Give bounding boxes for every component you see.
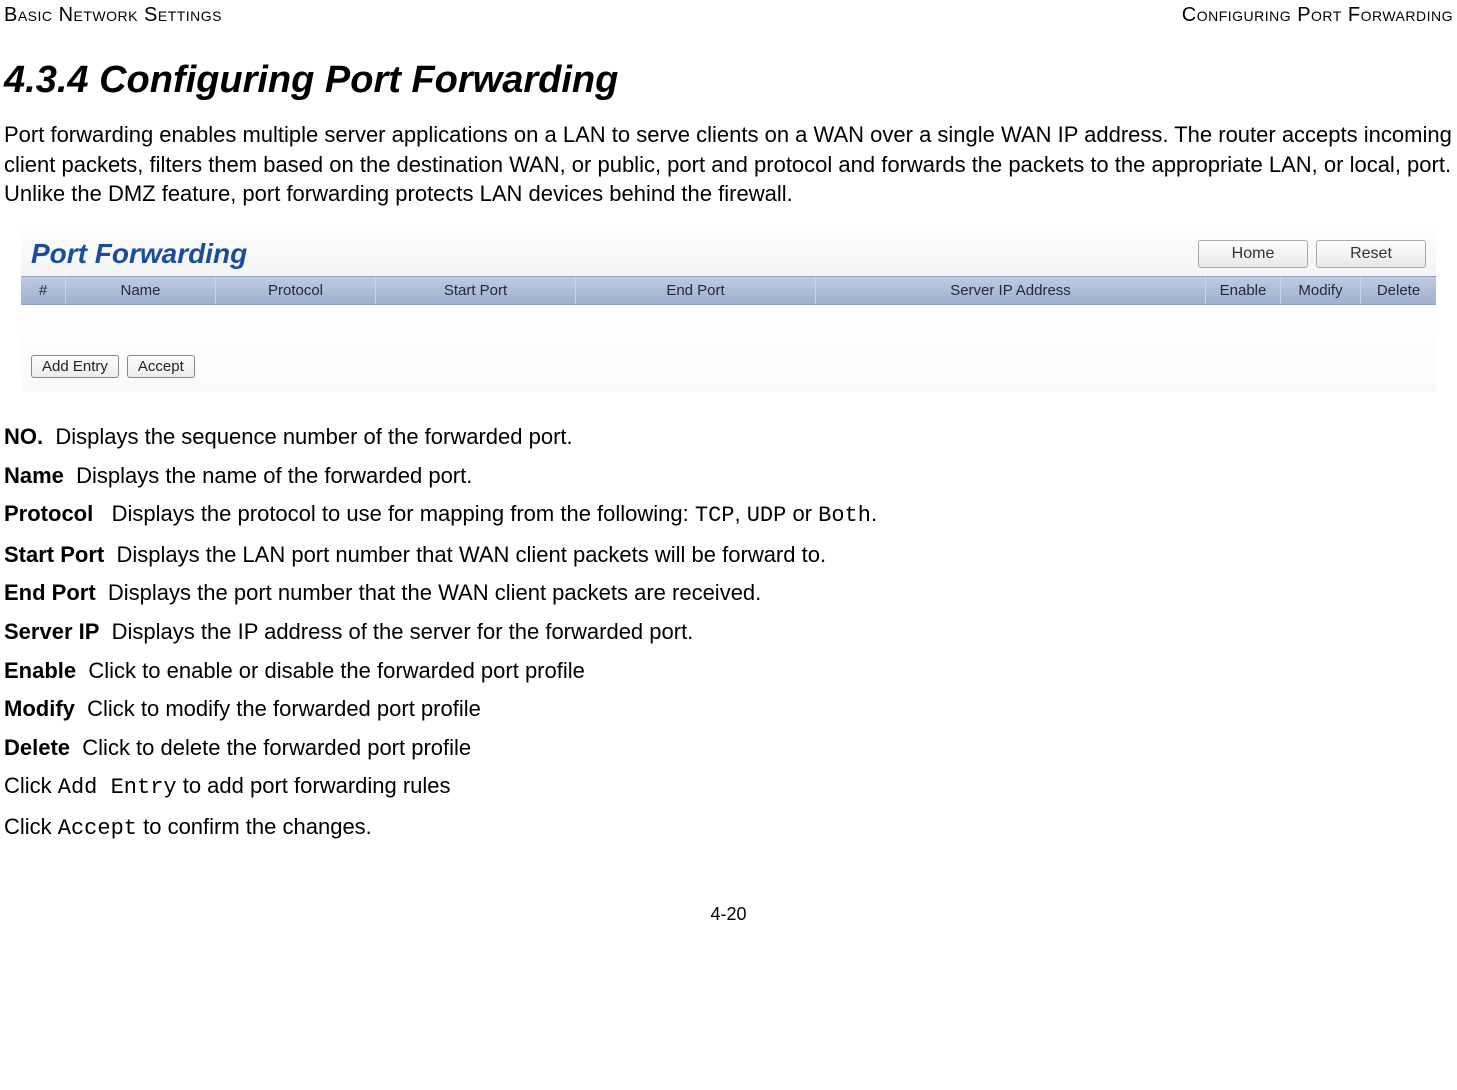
def-no: NO. Displays the sequence number of the … (4, 423, 1453, 452)
def-term: End Port (4, 580, 96, 605)
def-desc: Displays the port number that the WAN cl… (108, 580, 761, 605)
def-enable: Enable Click to enable or disable the fo… (4, 657, 1453, 686)
def-desc: Click to enable or disable the forwarded… (88, 658, 585, 683)
add-entry-button[interactable]: Add Entry (31, 355, 119, 378)
def-term: Server IP (4, 619, 99, 644)
def-term: Start Port (4, 542, 104, 567)
def-modify: Modify Click to modify the forwarded por… (4, 695, 1453, 724)
def-desc: Displays the sequence number of the forw… (55, 424, 572, 449)
col-end-port: End Port (576, 276, 816, 305)
protocol-both: Both (818, 503, 871, 528)
protocol-tcp: TCP (695, 503, 735, 528)
def-desc: Click to delete the forwarded port profi… (82, 735, 471, 760)
running-header-right: Configuring Port Forwarding (1182, 4, 1453, 27)
def-term: Delete (4, 735, 70, 760)
home-button[interactable]: Home (1198, 240, 1308, 268)
def-term: NO. (4, 424, 43, 449)
def-desc-pre: Displays the protocol to use for mapping… (112, 501, 695, 526)
protocol-udp: UDP (747, 503, 787, 528)
definitions-block: NO. Displays the sequence number of the … (4, 423, 1453, 844)
def-server-ip: Server IP Displays the IP address of the… (4, 618, 1453, 647)
intro-paragraph: Port forwarding enables multiple server … (4, 120, 1453, 209)
def-name: Name Displays the name of the forwarded … (4, 462, 1453, 491)
def-desc: Displays the LAN port number that WAN cl… (116, 542, 826, 567)
port-forwarding-panel: Port Forwarding Home Reset # Name Protoc… (20, 229, 1437, 393)
def-term: Enable (4, 658, 76, 683)
page-number: 4-20 (0, 904, 1457, 925)
col-enable: Enable (1206, 276, 1281, 305)
def-term: Protocol (4, 501, 93, 526)
def-term: Name (4, 463, 64, 488)
col-number: # (21, 276, 66, 305)
section-heading: 4.3.4 Configuring Port Forwarding (0, 59, 1457, 102)
col-name: Name (66, 276, 216, 305)
def-desc: Displays the IP address of the server fo… (112, 619, 694, 644)
reset-button[interactable]: Reset (1316, 240, 1426, 268)
def-term: Modify (4, 696, 75, 721)
col-protocol: Protocol (216, 276, 376, 305)
panel-title: Port Forwarding (31, 238, 247, 270)
accept-mono: Accept (58, 816, 137, 841)
def-desc: Click to modify the forwarded port profi… (87, 696, 481, 721)
col-modify: Modify (1281, 276, 1361, 305)
def-start-port: Start Port Displays the LAN port number … (4, 541, 1453, 570)
col-start-port: Start Port (376, 276, 576, 305)
note-accept: Click Accept to confirm the changes. (4, 813, 1453, 844)
table-header-row: # Name Protocol Start Port End Port Serv… (21, 276, 1436, 305)
running-header: Basic Network Settings Configuring Port … (0, 0, 1457, 39)
def-end-port: End Port Displays the port number that t… (4, 579, 1453, 608)
col-server-ip: Server IP Address (816, 276, 1206, 305)
running-header-left: Basic Network Settings (4, 4, 222, 27)
note-add-entry: Click Add Entry to add port forwarding r… (4, 772, 1453, 803)
accept-button[interactable]: Accept (127, 355, 195, 378)
def-protocol: Protocol Displays the protocol to use fo… (4, 500, 1453, 531)
def-desc: Displays the name of the forwarded port. (76, 463, 472, 488)
def-delete: Delete Click to delete the forwarded por… (4, 734, 1453, 763)
col-delete: Delete (1361, 276, 1436, 305)
add-entry-mono: Add Entry (58, 775, 177, 800)
